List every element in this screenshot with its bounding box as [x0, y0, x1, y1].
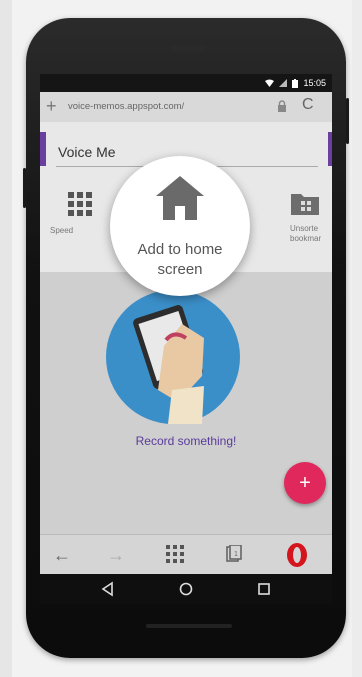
add-button[interactable]: +: [284, 462, 326, 504]
forward-arrow-icon[interactable]: →: [104, 543, 128, 567]
url-text[interactable]: voice-memos.appspot.com/: [68, 101, 184, 112]
accent-bar-right: [328, 132, 332, 166]
phone-screen: 15:05 + voice-memos.appspot.com/ C Voice…: [40, 74, 332, 604]
unsorted-bookmarks-label[interactable]: Unsorte bookmar: [290, 224, 321, 244]
opera-menu-icon[interactable]: [284, 542, 310, 568]
left-border: [0, 0, 12, 677]
wifi-icon: [265, 79, 275, 87]
browser-toolbar: ← → 1: [40, 534, 332, 575]
address-bar[interactable]: + voice-memos.appspot.com/ C: [40, 92, 332, 123]
speed-dial-icon[interactable]: [166, 545, 184, 563]
home-icon: [156, 176, 204, 220]
power-button: [346, 98, 349, 144]
signal-icon: [279, 79, 288, 87]
speed-dial-grid-icon[interactable]: [68, 192, 92, 216]
status-bar: 15:05: [40, 74, 332, 92]
recents-square-icon[interactable]: [256, 581, 272, 597]
unsorted-label-line2: bookmar: [290, 234, 322, 243]
speed-dial-label[interactable]: Speed: [50, 226, 73, 235]
system-nav-bar: [40, 574, 332, 604]
back-triangle-icon[interactable]: [100, 581, 116, 597]
popup-label-line2: screen: [157, 261, 203, 278]
speed-dial-title: Voice Me: [58, 144, 116, 160]
earpiece-speaker: [170, 46, 206, 51]
page-content: Record something! +: [40, 272, 332, 534]
unsorted-label-line1: Unsorte: [290, 224, 319, 233]
microphone-illustration: [106, 290, 240, 424]
accent-bar: [40, 132, 46, 166]
reload-icon[interactable]: C: [302, 96, 314, 114]
volume-button: [23, 168, 26, 208]
tabs-icon[interactable]: 1: [226, 545, 242, 563]
add-to-home-popup[interactable]: Add to home screen: [110, 156, 250, 296]
add-to-home-label: Add to home screen: [110, 240, 250, 280]
right-border: [352, 0, 362, 677]
back-arrow-icon[interactable]: ←: [50, 543, 74, 567]
record-prompt: Record something!: [135, 434, 237, 448]
popup-label-line1: Add to home: [137, 241, 223, 258]
folder-icon[interactable]: [290, 190, 320, 216]
lock-icon: [278, 100, 286, 112]
battery-icon: [292, 78, 299, 88]
new-tab-icon[interactable]: +: [46, 96, 64, 116]
home-circle-icon[interactable]: [178, 581, 194, 597]
bottom-speaker: [146, 624, 232, 628]
status-time: 15:05: [303, 78, 326, 88]
svg-text:1: 1: [234, 551, 238, 558]
phone-device: 15:05 + voice-memos.appspot.com/ C Voice…: [23, 18, 349, 658]
